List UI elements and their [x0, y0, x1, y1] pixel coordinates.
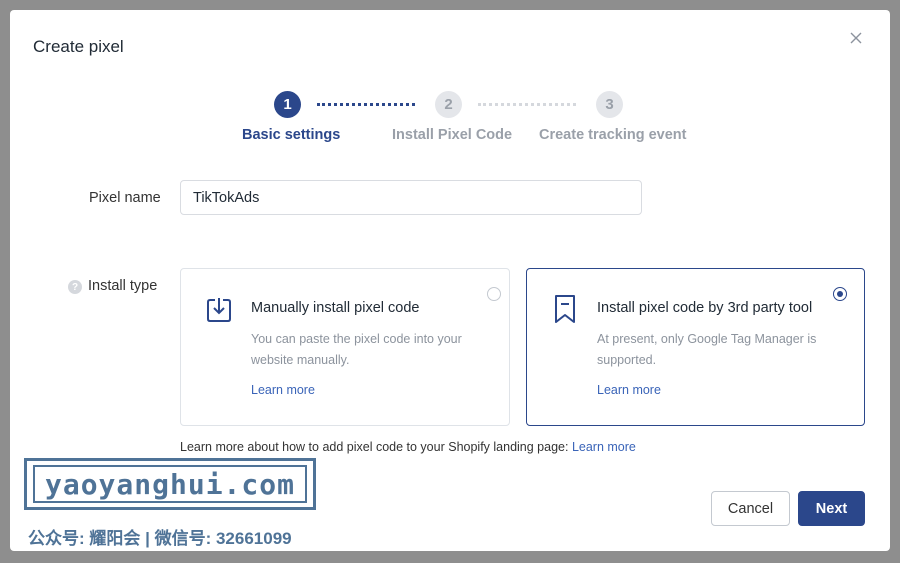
- watermark-text: yaoyanghui.com: [44, 467, 295, 501]
- step-3-indicator: 3: [596, 91, 623, 118]
- footer-note-text: Learn more about how to add pixel code t…: [180, 440, 569, 454]
- option-title: Manually install pixel code: [251, 300, 420, 316]
- step-1-indicator: 1: [274, 91, 301, 118]
- option-learn-more-link[interactable]: Learn more: [251, 383, 315, 397]
- option-radio[interactable]: [487, 287, 501, 301]
- step-connector-2: [478, 103, 576, 108]
- step-2-indicator: 2: [435, 91, 462, 118]
- step-2-label: Install Pixel Code: [392, 127, 513, 143]
- option-third-party-tool[interactable]: Install pixel code by 3rd party tool At …: [526, 268, 865, 426]
- close-button[interactable]: [846, 28, 866, 48]
- install-type-label: Install type: [88, 278, 158, 294]
- option-title: Install pixel code by 3rd party tool: [597, 300, 813, 316]
- option-manual-install[interactable]: Manually install pixel code You can past…: [180, 268, 510, 426]
- pixel-name-label: Pixel name: [89, 190, 161, 206]
- watermark-box: yaoyanghui.com: [24, 458, 316, 510]
- option-learn-more-link[interactable]: Learn more: [597, 383, 661, 397]
- bookmark-icon: [555, 295, 575, 323]
- watermark-frame: yaoyanghui.com: [33, 465, 307, 503]
- footer-note: Learn more about how to add pixel code t…: [180, 440, 636, 454]
- download-box-icon: [207, 298, 231, 322]
- watermark-caption: 公众号: 耀阳会 | 微信号: 32661099: [28, 529, 292, 548]
- option-radio-selected[interactable]: [833, 287, 847, 301]
- help-icon[interactable]: ?: [68, 280, 82, 294]
- step-1-label: Basic settings: [242, 127, 341, 143]
- close-icon: [850, 32, 862, 44]
- dialog-title: Create pixel: [33, 37, 124, 56]
- footer-learn-more-link[interactable]: Learn more: [572, 440, 636, 454]
- pixel-name-input[interactable]: [180, 180, 642, 215]
- option-description: At present, only Google Tag Manager is s…: [597, 332, 817, 367]
- step-connector-1: [317, 103, 415, 108]
- next-button[interactable]: Next: [798, 491, 865, 526]
- step-3-label: Create tracking event: [539, 127, 687, 143]
- cancel-button[interactable]: Cancel: [711, 491, 790, 526]
- option-description: You can paste the pixel code into your w…: [251, 332, 462, 367]
